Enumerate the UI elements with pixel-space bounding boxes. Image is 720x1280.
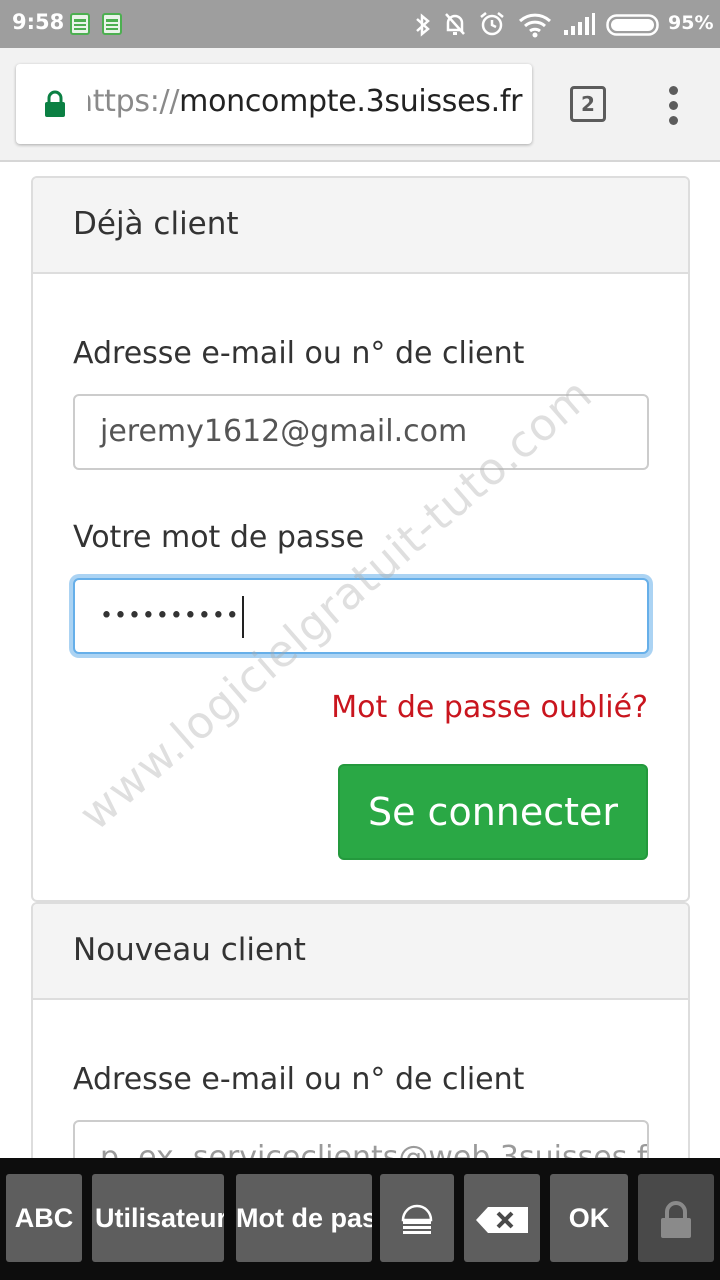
register-panel: Nouveau client Adresse e-mail ou n° de c… bbox=[31, 902, 690, 1158]
bell-off-icon bbox=[445, 13, 465, 35]
ok-key[interactable]: OK bbox=[550, 1174, 628, 1262]
signal-icon bbox=[564, 13, 595, 35]
lock-icon bbox=[45, 90, 65, 117]
password-mask: •••••••••• bbox=[100, 603, 240, 629]
text-caret bbox=[241, 595, 244, 638]
alarm-icon bbox=[480, 12, 504, 36]
login-panel: Déjà client Adresse e-mail ou n° de clie… bbox=[31, 176, 690, 902]
abc-key[interactable]: ABC bbox=[6, 1174, 82, 1262]
password-field[interactable]: •••••••••• bbox=[73, 578, 649, 654]
email-label: Adresse e-mail ou n° de client bbox=[73, 336, 525, 371]
login-button[interactable]: Se connecter bbox=[338, 764, 648, 860]
url-host: moncompte.3suisses.fr bbox=[179, 84, 523, 119]
register-email-field[interactable]: p. ex. serviceclients@web.3suisses.fr bbox=[73, 1120, 649, 1158]
backspace-icon[interactable] bbox=[464, 1174, 540, 1262]
battery-percent: 95% bbox=[668, 12, 714, 34]
status-time: 9:58 bbox=[12, 10, 65, 34]
keyboard-notif-icon bbox=[102, 13, 122, 35]
url-bar[interactable]: https://moncompte.3suisses.fr bbox=[16, 64, 532, 144]
register-panel-heading: Nouveau client bbox=[33, 904, 688, 1000]
lock-key-icon[interactable] bbox=[638, 1174, 714, 1262]
url-text: https://moncompte.3suisses.fr bbox=[88, 84, 528, 119]
forgot-password-link[interactable]: Mot de passe oublié? bbox=[331, 690, 648, 725]
browser-toolbar: https://moncompte.3suisses.fr 2 bbox=[0, 48, 720, 162]
password-label: Votre mot de passe bbox=[73, 520, 365, 555]
keyboard-helper-bar: ABC Utilisateur Mot de passe OK bbox=[0, 1158, 720, 1280]
username-key[interactable]: Utilisateur bbox=[92, 1174, 224, 1262]
register-email-label: Adresse e-mail ou n° de client bbox=[73, 1062, 525, 1097]
password-key[interactable]: Mot de passe bbox=[236, 1174, 372, 1262]
bluetooth-icon bbox=[416, 13, 430, 37]
overflow-menu-icon[interactable] bbox=[664, 86, 684, 126]
tab-switcher-button[interactable]: 2 bbox=[570, 86, 606, 122]
email-field[interactable]: jeremy1612@gmail.com bbox=[73, 394, 649, 470]
login-panel-heading: Déjà client bbox=[33, 178, 688, 274]
url-scheme: https:// bbox=[88, 84, 180, 119]
keyboard-notif-icon bbox=[70, 13, 90, 35]
page-content: Déjà client Adresse e-mail ou n° de clie… bbox=[0, 162, 720, 1158]
keyboard-icon[interactable] bbox=[380, 1174, 454, 1262]
battery-icon bbox=[606, 14, 659, 36]
wifi-icon bbox=[518, 13, 552, 38]
status-bar: 9:58 95% bbox=[0, 0, 720, 48]
